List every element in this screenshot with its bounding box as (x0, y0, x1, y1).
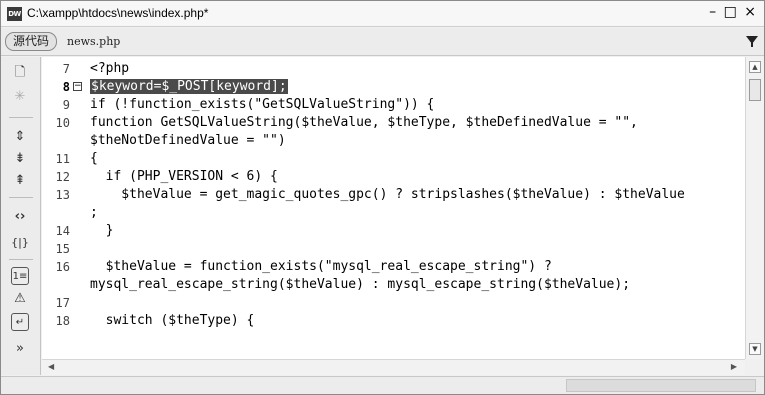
highlight-invalid-code-icon[interactable]: ⚠ (9, 289, 31, 309)
code-text: mysql_real_escape_string($theValue) : my… (90, 277, 631, 292)
code-line[interactable]: function GetSQLValueString($theValue, $t… (90, 114, 638, 132)
line-number: 12 (55, 170, 70, 184)
balance-braces-icon[interactable]: {|} (9, 233, 31, 253)
window-controls: – □ × (706, 4, 756, 20)
toolbar-divider (9, 259, 33, 260)
code-line[interactable]: if (!function_exists("GetSQLValueString"… (90, 96, 434, 114)
line-number: 14 (55, 224, 70, 238)
line-number: 11 (55, 152, 70, 166)
code-text: ; (90, 205, 98, 220)
line-number: 16 (55, 260, 70, 274)
more-tools-icon[interactable]: » (9, 339, 31, 359)
word-wrap-icon[interactable]: ↵ (11, 313, 29, 331)
code-line[interactable]: <?php (90, 60, 129, 78)
code-text: function GetSQLValueString($theValue, $t… (90, 115, 638, 130)
line-number: 9 (62, 98, 70, 112)
status-bar-segment (566, 379, 756, 392)
window-title: C:\xampp\htdocs\news\index.php* (27, 6, 209, 20)
code-line[interactable]: $theNotDefinedValue = "") (90, 132, 286, 150)
code-text: if (PHP_VERSION < 6) { (90, 169, 278, 184)
toolbar-divider (9, 117, 33, 118)
line-number-gutter: 7 8−9 10 11 12 13 14 15 16 17 18 (42, 57, 82, 359)
editor-window: DW C:\xampp\htdocs\news\index.php* – □ ×… (0, 0, 765, 395)
scroll-right-icon[interactable]: ▶ (731, 362, 737, 371)
code-line[interactable]: switch ($theType) { (90, 312, 255, 330)
vertical-scrollbar[interactable]: ▲ ▼ (745, 57, 764, 359)
code-text: switch ($theType) { (90, 313, 255, 328)
code-text: } (90, 223, 114, 238)
show-code-navigator-icon[interactable]: ✳ (9, 87, 31, 107)
select-parent-tag-icon[interactable]: ‹› (9, 207, 31, 227)
filter-icon[interactable] (746, 36, 758, 47)
dreamweaver-app-icon: DW (7, 7, 22, 21)
code-line[interactable]: { (90, 150, 98, 168)
fold-toggle-icon[interactable]: − (73, 82, 82, 91)
code-line[interactable]: if (PHP_VERSION < 6) { (90, 168, 278, 186)
expand-all-icon[interactable]: ⇞ (9, 171, 31, 191)
code-line[interactable]: $theValue = function_exists("mysql_real_… (90, 258, 552, 276)
toolbar-divider (9, 197, 33, 198)
scroll-down-icon[interactable]: ▼ (749, 343, 761, 355)
code-line[interactable]: ; (90, 204, 98, 222)
code-line[interactable]: $keyword=$_POST[keyword]; (90, 78, 288, 96)
code-text: if (!function_exists("GetSQLValueString"… (90, 97, 435, 112)
code-line[interactable]: mysql_real_escape_string($theValue) : my… (90, 276, 630, 294)
line-number: 18 (55, 314, 70, 328)
code-text: { (90, 151, 98, 166)
code-text: $theNotDefinedValue = "") (90, 133, 286, 148)
collapse-selection-icon[interactable]: ⇟ (9, 149, 31, 169)
status-bar (1, 376, 764, 394)
code-line[interactable]: $theValue = get_magic_quotes_gpc() ? str… (90, 186, 685, 204)
title-bar: DW C:\xampp\htdocs\news\index.php* – □ × (1, 1, 764, 27)
related-file-tab[interactable]: news.php (67, 35, 120, 48)
code-text: <?php (90, 61, 130, 76)
tab-bar: 源代码 news.php (1, 28, 764, 56)
line-number: 10 (55, 116, 70, 130)
code-text: $theValue = function_exists("mysql_real_… (90, 259, 552, 274)
minimize-button[interactable]: – (709, 4, 716, 20)
line-number: 7 (62, 62, 70, 76)
open-documents-icon[interactable]: 🗋 (9, 63, 31, 83)
line-numbers-icon[interactable]: 1≡ (11, 267, 29, 285)
scroll-left-icon[interactable]: ◀ (48, 362, 54, 371)
maximize-button[interactable]: □ (724, 4, 737, 20)
horizontal-scrollbar[interactable]: ◀ ▶ (42, 359, 745, 375)
coding-toolbar: 🗋 ✳ ⇕ ⇟ ⇞ ‹› {|} 1≡ ⚠ ↵ » (1, 57, 41, 375)
line-number: 8 (62, 80, 70, 94)
code-text-area[interactable]: <?php $keyword=$_POST[keyword];if (!funct… (90, 57, 745, 359)
line-number: 13 (55, 188, 70, 202)
scroll-up-icon[interactable]: ▲ (749, 61, 761, 73)
line-number: 17 (55, 296, 70, 310)
code-line[interactable]: } (90, 222, 114, 240)
close-button[interactable]: × (744, 4, 756, 20)
selected-code-text: $keyword=$_POST[keyword]; (90, 79, 288, 94)
code-editor[interactable]: 7 8−9 10 11 12 13 14 15 16 17 18 <?php $keyword=$_P… (42, 57, 745, 359)
code-text: $theValue = get_magic_quotes_gpc() ? str… (90, 187, 685, 202)
line-number: 15 (55, 242, 70, 256)
vertical-scroll-thumb[interactable] (749, 79, 761, 101)
collapse-full-tag-icon[interactable]: ⇕ (9, 127, 31, 147)
source-code-tab[interactable]: 源代码 (5, 32, 57, 51)
